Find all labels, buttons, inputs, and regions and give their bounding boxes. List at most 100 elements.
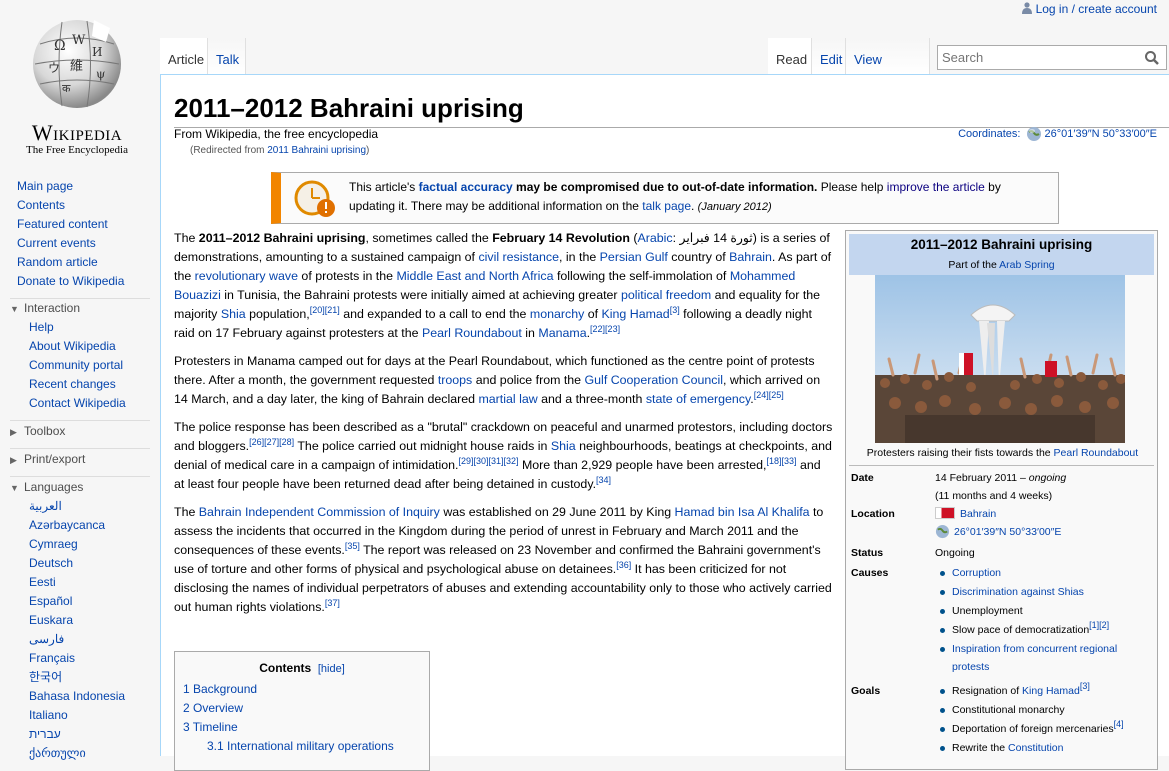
link-bahrain-2[interactable]: Bahrain xyxy=(960,508,996,520)
lang-ar[interactable]: العربية xyxy=(29,499,62,513)
globe-icon[interactable] xyxy=(935,524,950,539)
link-shia-2[interactable]: Shia xyxy=(551,439,576,453)
tab-edit[interactable]: Edit xyxy=(812,38,846,74)
link-pearl-roundabout-2[interactable]: Pearl Roundabout xyxy=(1054,447,1139,459)
toc-item[interactable]: 3.1 International military operations xyxy=(207,739,394,753)
goal-king-hamad-link[interactable]: King Hamad xyxy=(1022,685,1080,697)
printexport-toggle[interactable]: ▶ Print/export xyxy=(10,450,85,468)
nav-about[interactable]: About Wikipedia xyxy=(29,339,116,353)
link-troops[interactable]: troops xyxy=(438,373,472,387)
svg-text:क: क xyxy=(62,82,71,95)
lang-fr[interactable]: Français xyxy=(29,651,75,665)
citation[interactable]: [4] xyxy=(1114,719,1124,729)
citation[interactable]: [26][27][28] xyxy=(249,437,294,447)
nav-community-portal[interactable]: Community portal xyxy=(29,358,123,372)
citation[interactable]: [34] xyxy=(596,475,611,485)
link-arabic[interactable]: Arabic xyxy=(637,231,672,245)
toolbox-heading: Toolbox xyxy=(24,424,66,438)
lang-fa[interactable]: فارسی xyxy=(29,632,64,646)
login-link[interactable]: Log in / create account xyxy=(1036,2,1157,16)
lang-id[interactable]: Bahasa Indonesia xyxy=(29,689,125,703)
link-mena[interactable]: Middle East and North Africa xyxy=(396,269,553,283)
tab-talk[interactable]: Talk xyxy=(208,38,246,74)
link-gcc[interactable]: Gulf Cooperation Council xyxy=(585,373,723,387)
link-persian-gulf[interactable]: Persian Gulf xyxy=(600,250,668,264)
citation[interactable]: [20][21] xyxy=(310,305,340,315)
nav-featured-content[interactable]: Featured content xyxy=(17,217,108,231)
lang-he[interactable]: עברית xyxy=(29,727,61,741)
citation[interactable]: [29][30][31][32] xyxy=(458,456,518,466)
link-political-freedom[interactable]: political freedom xyxy=(621,288,711,302)
toc-item[interactable]: 1 Background xyxy=(183,682,257,696)
tab-read[interactable]: Read xyxy=(768,38,812,74)
nav-random-article[interactable]: Random article xyxy=(17,255,98,269)
nav-contact[interactable]: Contact Wikipedia xyxy=(29,396,126,410)
lang-az[interactable]: Azərbaycanca xyxy=(29,518,105,532)
link-monarchy[interactable]: monarchy xyxy=(530,307,584,321)
cause-discrimination[interactable]: Discrimination against Shias xyxy=(952,586,1084,598)
cause-inspiration[interactable]: Inspiration from concurrent regional pro… xyxy=(952,643,1117,673)
link-manama[interactable]: Manama xyxy=(538,326,586,340)
coordinates-link[interactable]: 26°01′39″N 50°33′00″E xyxy=(1045,128,1157,140)
citation[interactable]: [35] xyxy=(345,541,360,551)
search-icon[interactable] xyxy=(1144,50,1160,66)
toc-hide-toggle[interactable]: [hide] xyxy=(318,663,345,675)
link-bici[interactable]: Bahrain Independent Commission of Inquir… xyxy=(199,505,440,519)
protest-photo[interactable] xyxy=(875,275,1125,443)
nav-current-events[interactable]: Current events xyxy=(17,236,96,250)
goal-constitutional-monarchy: Constitutional monarchy xyxy=(952,704,1065,716)
lang-cy[interactable]: Cymraeg xyxy=(29,537,78,551)
improve-article-link[interactable]: improve the article xyxy=(887,180,985,194)
redirect-link[interactable]: 2011 Bahraini uprising xyxy=(267,145,366,156)
coordinates-label[interactable]: Coordinates: xyxy=(958,128,1020,140)
citation[interactable]: [36] xyxy=(616,560,631,570)
lang-ko[interactable]: 한국어 xyxy=(29,670,62,684)
talk-page-link[interactable]: talk page xyxy=(642,199,691,213)
citation[interactable]: [3] xyxy=(670,305,680,315)
goal-deportation: Deportation of foreign mercenaries xyxy=(952,723,1114,735)
goal-constitution-link[interactable]: Constitution xyxy=(1008,742,1063,754)
location-coords-link[interactable]: 26°01′39″N 50°33′00″E xyxy=(954,526,1061,538)
citation[interactable]: [18][33] xyxy=(767,456,797,466)
citation[interactable]: [22][23] xyxy=(590,324,620,334)
lang-ka[interactable]: ქართული xyxy=(29,746,86,760)
globe-icon[interactable] xyxy=(1026,126,1042,142)
link-king-hamad[interactable]: King Hamad xyxy=(602,307,670,321)
lang-de[interactable]: Deutsch xyxy=(29,556,73,570)
link-arab-spring[interactable]: Arab Spring xyxy=(999,259,1054,271)
lang-it[interactable]: Italiano xyxy=(29,708,68,722)
link-revolutionary-wave[interactable]: revolutionary wave xyxy=(195,269,298,283)
nav-donate[interactable]: Donate to Wikipedia xyxy=(17,274,124,288)
link-civil-resistance[interactable]: civil resistance xyxy=(478,250,559,264)
toc-item[interactable]: 2 Overview xyxy=(183,701,243,715)
citation[interactable]: [24][25] xyxy=(754,390,784,400)
link-shia[interactable]: Shia xyxy=(221,307,246,321)
toolbox-toggle[interactable]: ▶ Toolbox xyxy=(10,422,65,440)
paragraph-intro: The 2011–2012 Bahraini uprising, sometim… xyxy=(174,231,832,340)
citation[interactable]: [37] xyxy=(325,598,340,608)
citation[interactable]: [3] xyxy=(1080,681,1090,691)
languages-toggle[interactable]: ▼ Languages xyxy=(10,478,83,496)
nav-contents[interactable]: Contents xyxy=(17,198,65,212)
search-input[interactable] xyxy=(938,46,1138,69)
interaction-toggle[interactable]: ▼ Interaction xyxy=(10,299,80,317)
tab-view-history[interactable]: View history xyxy=(846,38,930,111)
cause-corruption[interactable]: Corruption xyxy=(952,567,1001,579)
citation[interactable]: [1][2] xyxy=(1089,620,1109,630)
link-bahrain[interactable]: Bahrain xyxy=(729,250,772,264)
link-pearl-roundabout[interactable]: Pearl Roundabout xyxy=(422,326,522,340)
nav-main-page[interactable]: Main page xyxy=(17,179,73,193)
wikipedia-logo[interactable]: Ω W И ウ 維 ψ क Wikipedia The Free Encyclo… xyxy=(14,8,140,156)
link-state-of-emergency[interactable]: state of emergency xyxy=(646,392,750,406)
paragraph-response: The police response has been described a… xyxy=(174,420,833,491)
lang-eu[interactable]: Euskara xyxy=(29,613,73,627)
link-hamad-bin-isa[interactable]: Hamad bin Isa Al Khalifa xyxy=(675,505,810,519)
lang-et[interactable]: Eesti xyxy=(29,575,56,589)
nav-recent-changes[interactable]: Recent changes xyxy=(29,377,116,391)
tab-article[interactable]: Article xyxy=(160,38,208,74)
toc-item[interactable]: 3 Timeline xyxy=(183,720,238,734)
nav-help[interactable]: Help xyxy=(29,320,54,334)
lang-es[interactable]: Español xyxy=(29,594,72,608)
link-martial-law[interactable]: martial law xyxy=(478,392,537,406)
factual-accuracy-link[interactable]: factual accuracy xyxy=(419,180,513,194)
